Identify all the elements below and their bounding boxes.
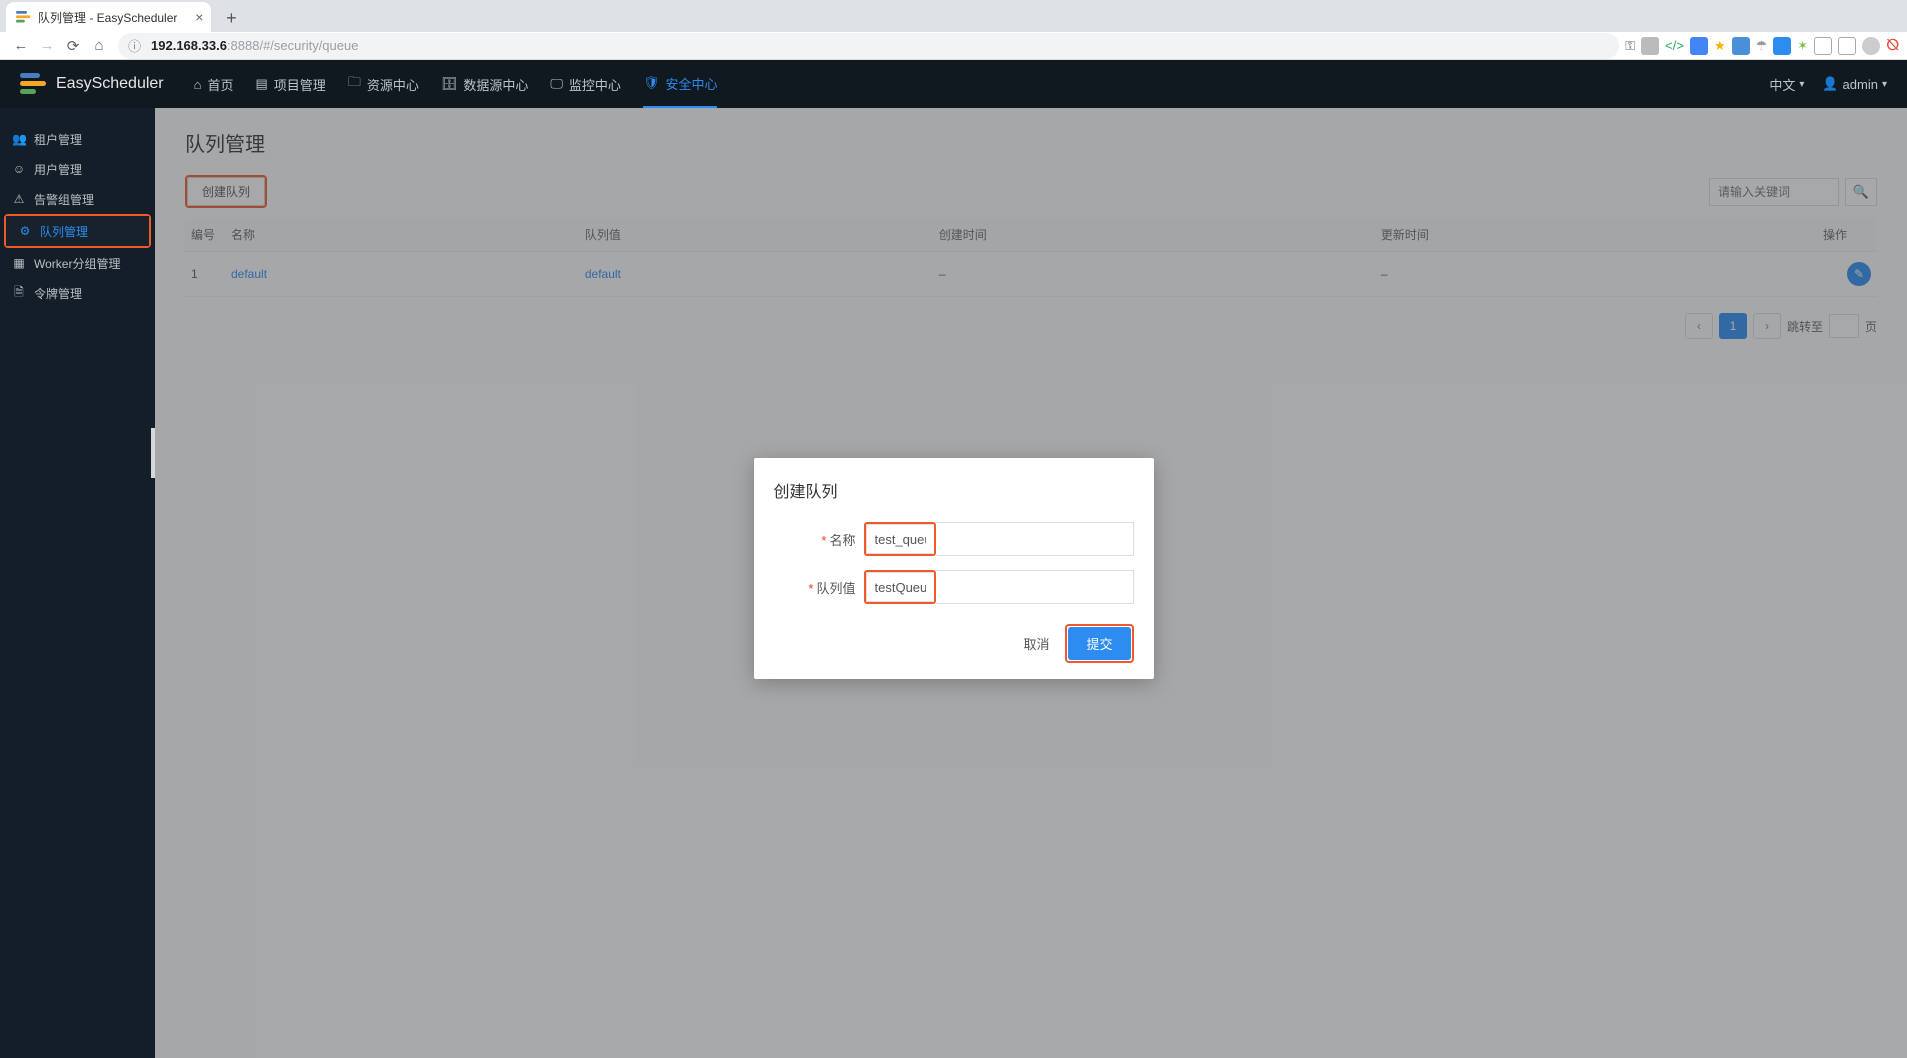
sidebar-item-tenant[interactable]: 👥 租户管理: [0, 124, 155, 154]
ext-icon-5[interactable]: [1814, 37, 1832, 55]
nav-datasource-label: 数据源中心: [463, 75, 528, 94]
sidebar-item-token[interactable]: 🗎 令牌管理: [0, 278, 155, 308]
app-header: EasyScheduler ⌂ 首页 ▤ 项目管理 🗀 资源中心 🗄 数据源中心 🖵 监控…: [0, 60, 1907, 108]
nav-security[interactable]: 🛡 安全中心: [643, 60, 718, 108]
star-icon[interactable]: ★: [1714, 38, 1726, 54]
asterisk-icon[interactable]: ✶: [1797, 38, 1808, 54]
nav-home[interactable]: ⌂ 首页: [194, 60, 234, 108]
language-label: 中文: [1769, 75, 1795, 94]
nav-resource[interactable]: 🗀 资源中心: [348, 60, 419, 108]
favicon-icon: [16, 9, 32, 25]
sidebar-item-queue[interactable]: ⚙ 队列管理: [6, 216, 149, 246]
ext-icon-6[interactable]: [1838, 37, 1856, 55]
cancel-button[interactable]: 取消: [1019, 628, 1053, 659]
database-icon: 🗄: [441, 76, 458, 92]
warning-icon: ⚠: [12, 192, 26, 206]
sidebar-item-label: 用户管理: [34, 161, 82, 178]
user-label: admin: [1843, 77, 1878, 92]
queue-value-input[interactable]: [866, 572, 934, 602]
grid-icon: ▦: [12, 256, 26, 270]
ext-icon-4[interactable]: [1773, 37, 1791, 55]
sidebar-item-label: 令牌管理: [34, 285, 82, 302]
gear-icon: ⚙: [18, 224, 32, 238]
users-icon: 👥: [12, 132, 26, 146]
sidebar-item-label: 告警组管理: [34, 191, 94, 208]
sidebar-item-label: 租户管理: [34, 131, 82, 148]
user-dropdown[interactable]: 👤 admin ▾: [1822, 76, 1887, 92]
key-icon[interactable]: ⚿: [1625, 38, 1635, 54]
doc-icon: 🗎: [12, 283, 26, 304]
adblock-icon[interactable]: ⦰: [1886, 37, 1899, 55]
url-host: 192.168.33.6: [151, 38, 227, 53]
ext-icon-2[interactable]: [1690, 37, 1708, 55]
ext-icon-3[interactable]: [1732, 37, 1750, 55]
logo-icon: [20, 73, 48, 95]
clipboard-icon: ▤: [256, 76, 268, 92]
browser-toolbar-right: ⚿ </> ★ ☂ ✶ ⦰: [1625, 37, 1899, 55]
label-queue-text: 队列值: [816, 581, 855, 596]
browser-chrome: 队列管理 - EasyScheduler × + ← → ⟳ ⌂ ⓘ 192.1…: [0, 0, 1907, 60]
shield-icon: 🛡: [643, 75, 660, 91]
sidebar-item-label: 队列管理: [40, 223, 88, 240]
site-info-icon[interactable]: ⓘ: [128, 36, 141, 55]
logo-text: EasyScheduler: [56, 75, 164, 93]
reload-button[interactable]: ⟳: [60, 33, 86, 59]
nav-security-label: 安全中心: [665, 74, 717, 93]
queue-name-input-ext[interactable]: [936, 522, 1134, 556]
create-queue-modal: 创建队列 *名称 *队列值 取消 提交: [754, 458, 1154, 679]
nav-home-label: 首页: [207, 75, 233, 94]
umbrella-icon[interactable]: ☂: [1756, 38, 1768, 54]
label-name: *名称: [774, 530, 864, 549]
user-icon: 👤: [1822, 76, 1838, 92]
nav-project[interactable]: ▤ 项目管理: [256, 60, 326, 108]
browser-tab[interactable]: 队列管理 - EasyScheduler ×: [6, 2, 211, 32]
home-button[interactable]: ⌂: [86, 33, 112, 59]
submit-button[interactable]: 提交: [1068, 627, 1130, 660]
new-tab-button[interactable]: +: [217, 4, 245, 32]
chevron-down-icon: ▾: [1799, 79, 1804, 90]
nav-monitor-label: 监控中心: [569, 75, 621, 94]
avatar-icon[interactable]: [1862, 37, 1880, 55]
code-icon[interactable]: </>: [1665, 38, 1684, 53]
url-path: :8888/#/security/queue: [227, 38, 359, 53]
user-icon: ☺: [12, 162, 26, 176]
folder-icon: 🗀: [348, 73, 361, 95]
label-queue: *队列值: [774, 578, 864, 597]
modal-title: 创建队列: [774, 478, 1134, 502]
nav-datasource[interactable]: 🗄 数据源中心: [441, 60, 529, 108]
monitor-icon: 🖵: [550, 76, 563, 92]
sidebar-item-label: Worker分组管理: [34, 255, 120, 272]
queue-name-input[interactable]: [866, 524, 934, 554]
label-name-text: 名称: [829, 533, 855, 548]
back-button[interactable]: ←: [8, 33, 34, 59]
forward-button[interactable]: →: [34, 33, 60, 59]
queue-value-input-ext[interactable]: [936, 570, 1134, 604]
address-bar[interactable]: ⓘ 192.168.33.6:8888/#/security/queue: [118, 33, 1619, 59]
nav-resource-label: 资源中心: [367, 75, 419, 94]
logo[interactable]: EasyScheduler: [20, 73, 164, 95]
nav-monitor[interactable]: 🖵 监控中心: [550, 60, 621, 108]
tab-title: 队列管理 - EasyScheduler: [38, 9, 177, 26]
nav-project-label: 项目管理: [274, 75, 326, 94]
chevron-down-icon: ▾: [1882, 79, 1887, 90]
close-tab-icon[interactable]: ×: [195, 9, 203, 25]
ext-icon-1[interactable]: [1641, 37, 1659, 55]
sidebar-item-worker[interactable]: ▦ Worker分组管理: [0, 248, 155, 278]
sidebar: 👥 租户管理 ☺ 用户管理 ⚠ 告警组管理 ⚙ 队列管理 ▦ Worker分组管理 🗎 令牌…: [0, 108, 155, 1058]
language-dropdown[interactable]: 中文 ▾: [1769, 75, 1804, 94]
sidebar-item-user[interactable]: ☺ 用户管理: [0, 154, 155, 184]
home-icon: ⌂: [194, 77, 202, 92]
sidebar-item-alarm[interactable]: ⚠ 告警组管理: [0, 184, 155, 214]
